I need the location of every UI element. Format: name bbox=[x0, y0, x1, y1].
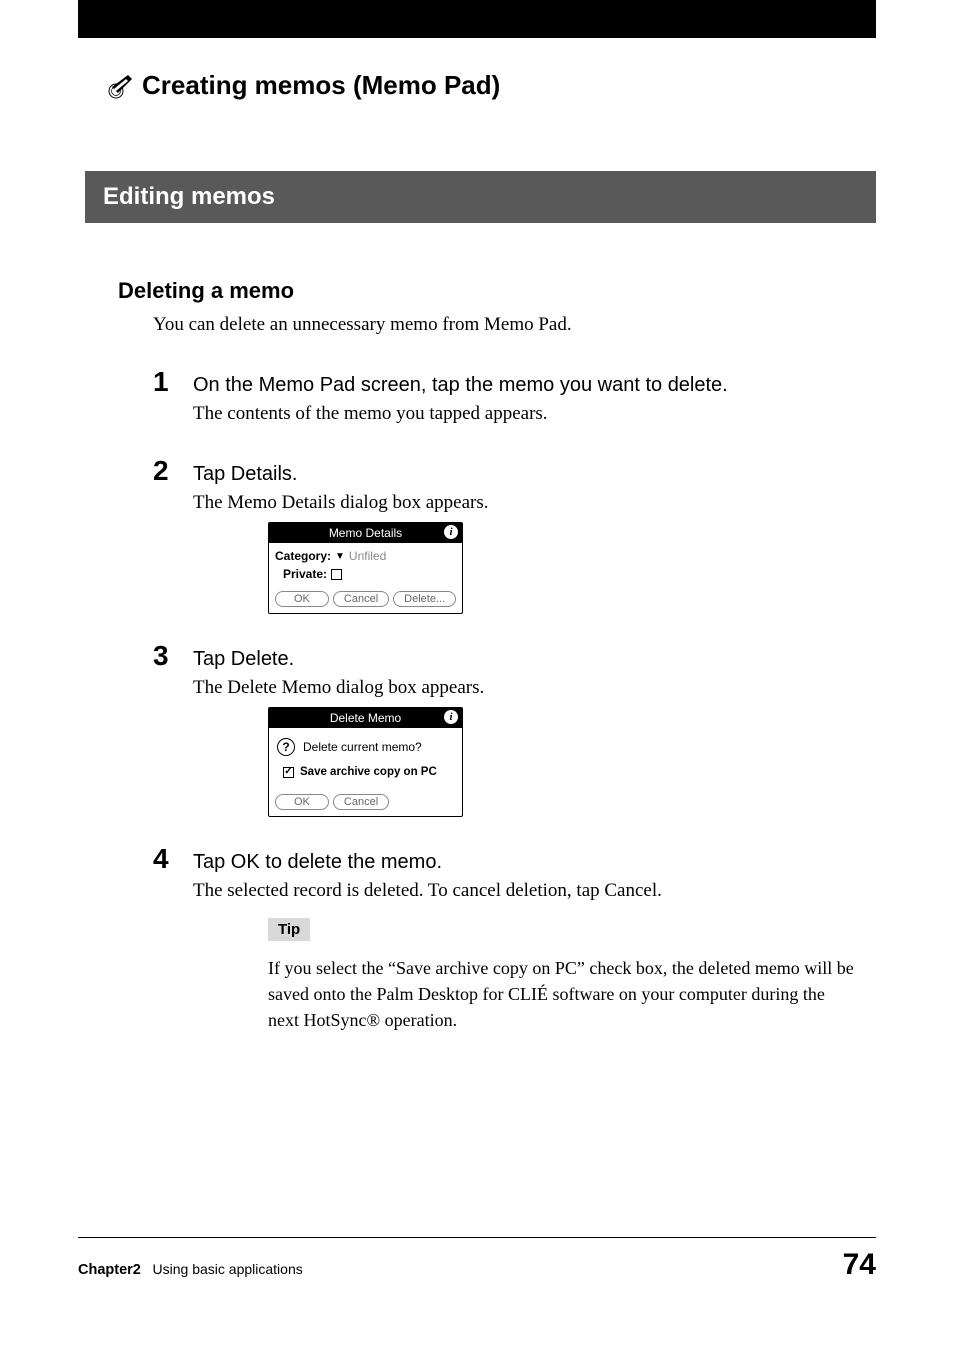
category-value[interactable]: Unfiled bbox=[349, 549, 386, 563]
cancel-button[interactable]: Cancel bbox=[333, 794, 389, 810]
step-instruction: Tap Details. bbox=[193, 463, 876, 486]
step-instruction: Tap OK to delete the memo. bbox=[193, 851, 876, 874]
footer-left: Chapter2 Using basic applications bbox=[78, 1261, 303, 1278]
step-detail: The Delete Memo dialog box appears. bbox=[193, 677, 876, 699]
memo-pad-icon bbox=[108, 73, 134, 99]
step-3: 3 Tap Delete. The Delete Memo dialog box… bbox=[153, 640, 876, 839]
page-number: 74 bbox=[843, 1248, 876, 1282]
delete-question-row: ? Delete current memo? bbox=[275, 734, 456, 766]
ok-button[interactable]: OK bbox=[275, 794, 329, 810]
chapter-title-text: Creating memos (Memo Pad) bbox=[142, 70, 500, 101]
footer-chapter: Chapter2 bbox=[78, 1262, 141, 1278]
dialog-title-text: Delete Memo bbox=[273, 711, 458, 725]
category-row: Category: ▼ Unfiled bbox=[275, 549, 456, 563]
cancel-button[interactable]: Cancel bbox=[333, 591, 389, 607]
subsection-heading: Deleting a memo bbox=[118, 278, 876, 304]
step-instruction: On the Memo Pad screen, tap the memo you… bbox=[193, 374, 876, 397]
memo-details-dialog: Memo Details i Category: ▼ Unfiled Priva… bbox=[268, 522, 463, 614]
dropdown-arrow-icon[interactable]: ▼ bbox=[335, 551, 345, 562]
dialog-title-text: Memo Details bbox=[273, 526, 458, 540]
question-icon: ? bbox=[277, 738, 295, 756]
tip-text: If you select the “Save archive copy on … bbox=[268, 955, 856, 1033]
section-banner: Editing memos bbox=[85, 171, 876, 223]
delete-memo-dialog: Delete Memo i ? Delete current memo? ✓ S… bbox=[268, 707, 463, 817]
archive-checkbox[interactable]: ✓ bbox=[283, 767, 294, 778]
private-row: Private: bbox=[275, 567, 456, 581]
step-1: 1 On the Memo Pad screen, tap the memo y… bbox=[153, 366, 876, 433]
step-number: 1 bbox=[153, 366, 177, 398]
archive-label: Save archive copy on PC bbox=[300, 766, 437, 778]
delete-button[interactable]: Delete... bbox=[393, 591, 456, 607]
private-label: Private: bbox=[283, 567, 327, 581]
footer-name: Using basic applications bbox=[153, 1261, 303, 1277]
private-checkbox[interactable] bbox=[331, 569, 342, 580]
page-footer: Chapter2 Using basic applications 74 bbox=[78, 1237, 876, 1282]
step-instruction: Tap Delete. bbox=[193, 648, 876, 671]
chapter-title-row: Creating memos (Memo Pad) bbox=[108, 70, 954, 101]
info-icon[interactable]: i bbox=[444, 525, 458, 539]
step-detail: The selected record is deleted. To cance… bbox=[193, 880, 876, 902]
step-number: 3 bbox=[153, 640, 177, 672]
step-detail: The Memo Details dialog box appears. bbox=[193, 492, 876, 514]
dialog-titlebar: Memo Details i bbox=[269, 523, 462, 543]
step-number: 2 bbox=[153, 455, 177, 487]
intro-text: You can delete an unnecessary memo from … bbox=[153, 314, 876, 336]
tip-badge: Tip bbox=[268, 918, 310, 941]
archive-row: ✓ Save archive copy on PC bbox=[275, 766, 456, 788]
ok-button[interactable]: OK bbox=[275, 591, 329, 607]
category-label: Category: bbox=[275, 549, 331, 563]
dialog-titlebar: Delete Memo i bbox=[269, 708, 462, 728]
step-2: 2 Tap Details. The Memo Details dialog b… bbox=[153, 455, 876, 636]
top-black-bar bbox=[78, 0, 876, 38]
step-4: 4 Tap OK to delete the memo. The selecte… bbox=[153, 843, 876, 1033]
delete-question-text: Delete current memo? bbox=[303, 740, 422, 754]
info-icon[interactable]: i bbox=[444, 710, 458, 724]
step-number: 4 bbox=[153, 843, 177, 875]
content-area: Deleting a memo You can delete an unnece… bbox=[118, 278, 876, 1033]
step-detail: The contents of the memo you tapped appe… bbox=[193, 403, 876, 425]
